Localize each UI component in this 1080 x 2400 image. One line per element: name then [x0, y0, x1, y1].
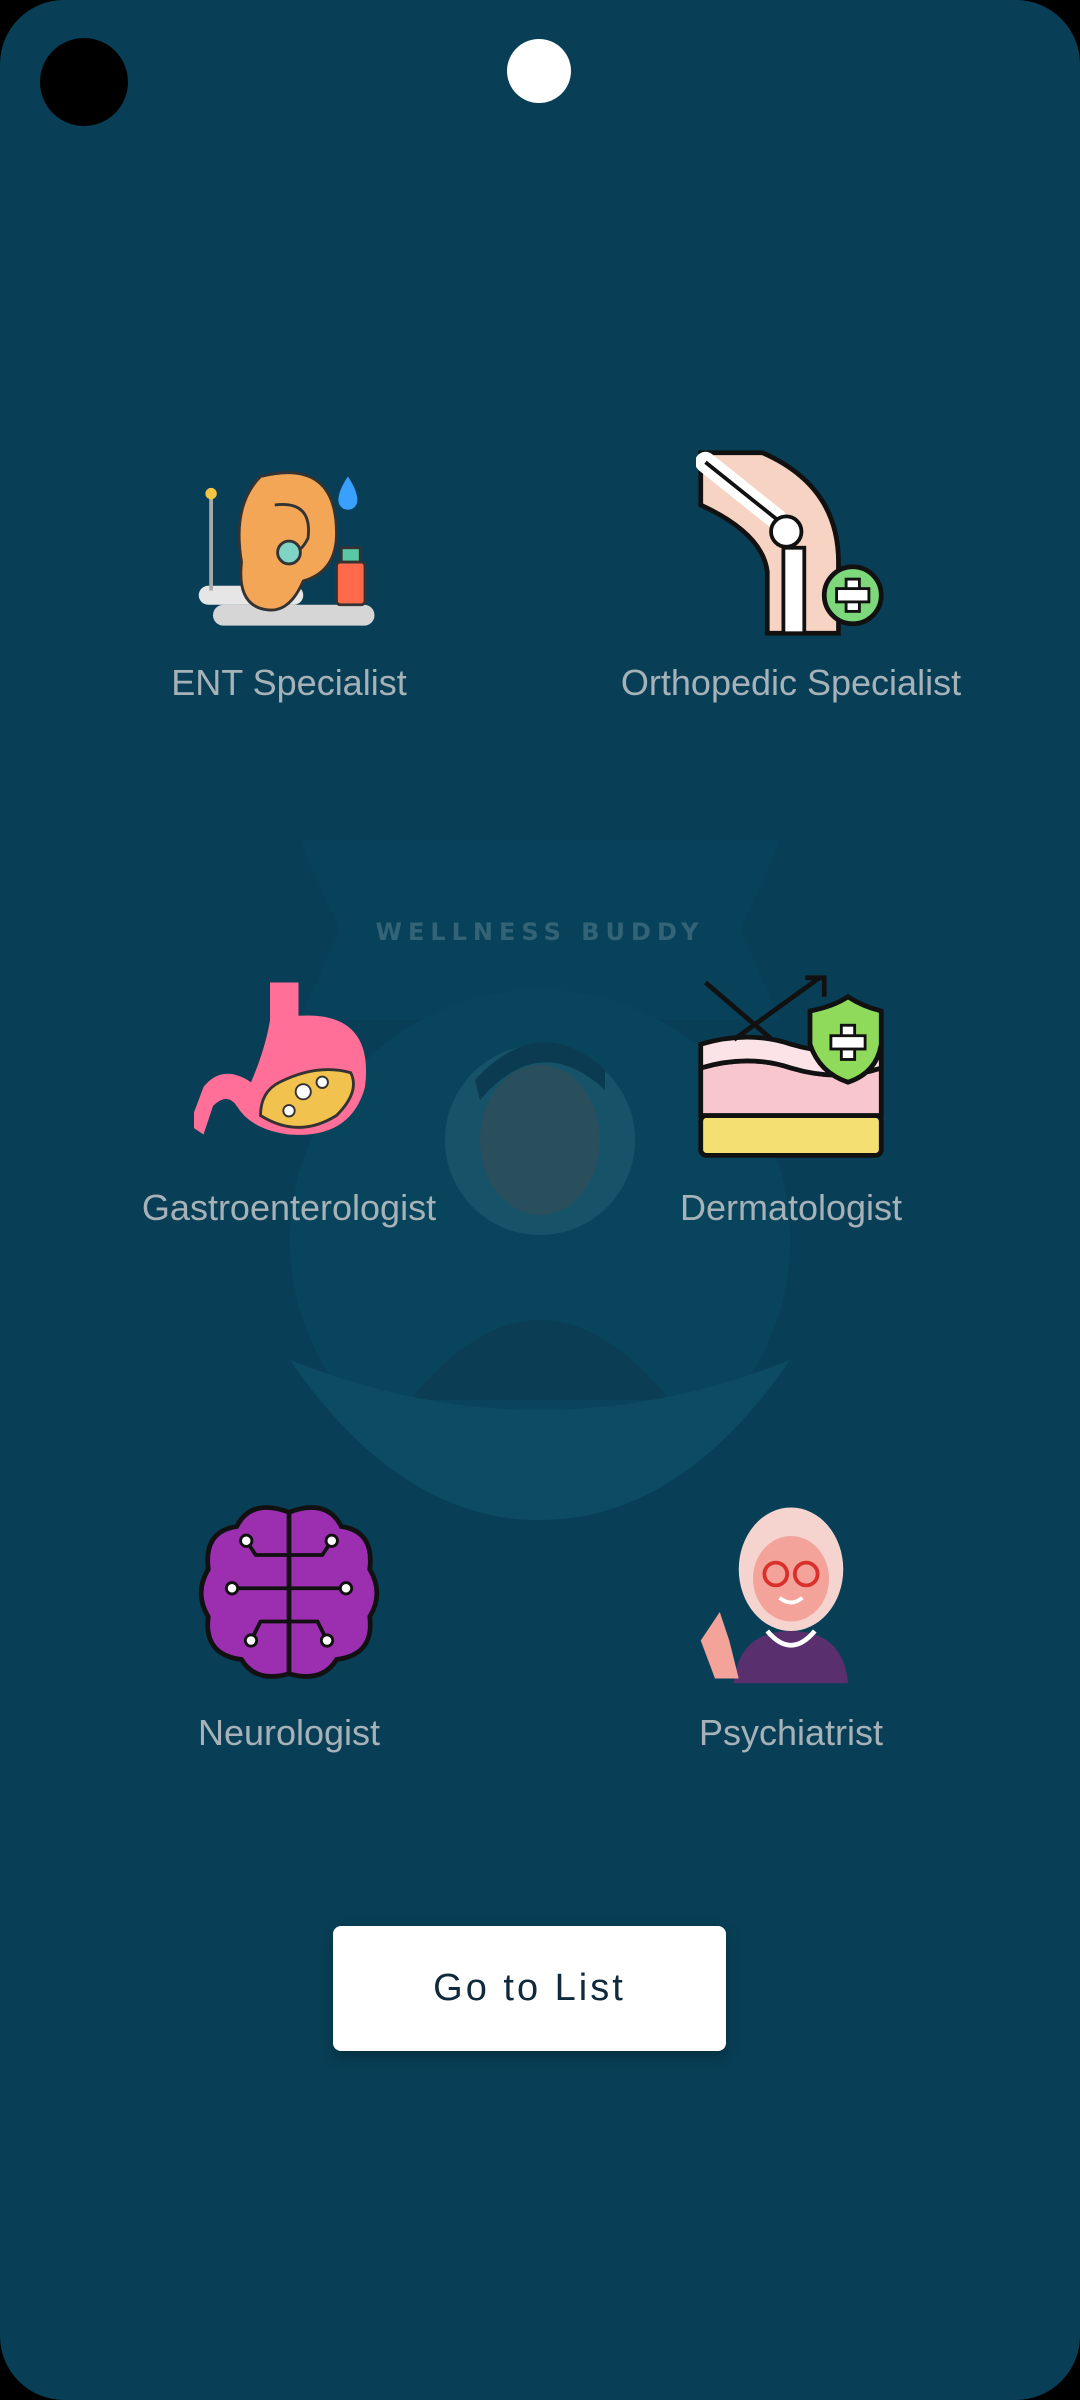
doctor-avatar-icon — [700, 1507, 848, 1684]
specialist-tile-psychiatrist[interactable]: Psychiatrist — [591, 1498, 991, 1754]
specialist-label: Dermatologist — [679, 1187, 903, 1228]
specialist-tile-orthopedic[interactable]: Orthopedic Specialist — [591, 448, 991, 704]
status-indicator — [507, 39, 571, 103]
go-to-list-button[interactable]: Go to List — [333, 1926, 726, 2051]
knee-joint-icon — [696, 450, 884, 636]
brain-icon — [198, 1505, 380, 1679]
skin-layers-shield-icon — [698, 975, 884, 1158]
specialist-tile-ent[interactable]: ENT Specialist — [89, 448, 489, 704]
ear-icon — [198, 471, 375, 626]
specialist-label: Gastroenterologist — [141, 1187, 437, 1228]
specialist-label: Neurologist — [197, 1712, 381, 1753]
specialist-label: Orthopedic Specialist — [620, 662, 962, 703]
specialist-tile-neurologist[interactable]: Neurologist — [89, 1498, 489, 1754]
specialist-tile-dermatologist[interactable]: Dermatologist — [591, 973, 991, 1229]
camera-cutout — [40, 38, 128, 126]
home-screen: WELLNESS BUDDY ENT Specialist Orthopedic… — [0, 0, 1080, 2400]
specialist-label: ENT Specialist — [171, 662, 407, 703]
watermark-text: WELLNESS BUDDY — [375, 918, 705, 946]
specialist-label: Psychiatrist — [698, 1712, 884, 1753]
specialist-tile-gastroenterologist[interactable]: Gastroenterologist — [89, 973, 489, 1229]
stomach-icon — [194, 982, 366, 1135]
